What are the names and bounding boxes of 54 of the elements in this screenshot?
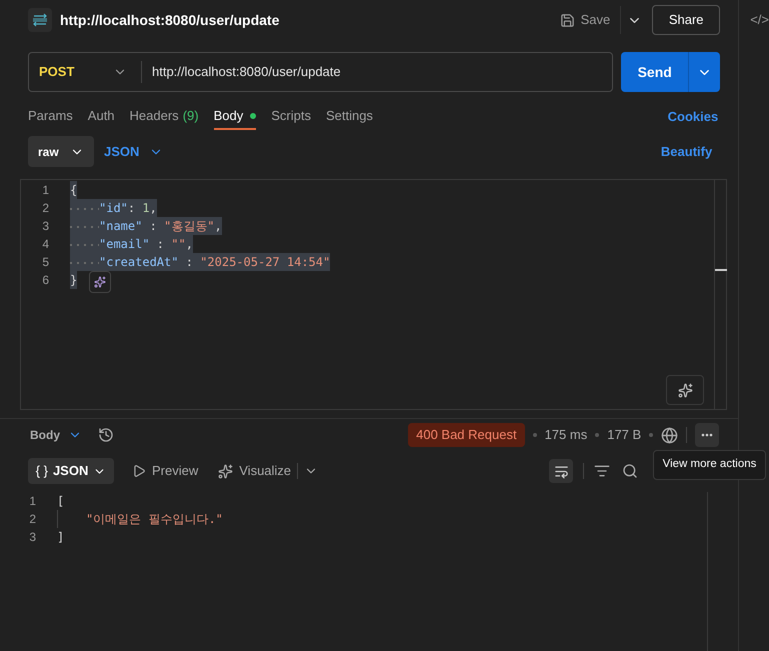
request-tab[interactable]: Auth — [88, 104, 115, 130]
save-button[interactable]: Save — [558, 10, 612, 30]
save-icon — [560, 12, 575, 28]
ai-assist-icon[interactable] — [89, 271, 111, 293]
code-line: "이메일은 필수입니다." — [57, 510, 223, 528]
request-tab[interactable]: Settings — [326, 104, 373, 130]
beautify-link[interactable]: Beautify — [660, 142, 712, 162]
cookies-link[interactable]: Cookies — [668, 107, 718, 127]
line-number: 1 — [41, 182, 49, 199]
history-icon — [98, 427, 114, 443]
share-button[interactable]: Share — [652, 5, 720, 35]
method-select[interactable]: POST — [29, 53, 141, 91]
request-tab[interactable]: Headers (9) — [130, 104, 199, 130]
status-badge: 400 Bad Request — [408, 423, 525, 447]
visualize-tab[interactable]: Visualize — [218, 461, 292, 481]
response-view-dropdown[interactable]: Body — [30, 426, 82, 444]
request-title: http://localhost:8080/user/update — [60, 10, 280, 30]
scrollbar-marker — [715, 269, 728, 271]
url-input[interactable]: http://localhost:8080/user/update — [142, 62, 612, 82]
ai-assist-button[interactable] — [666, 375, 704, 405]
http-icon — [28, 8, 52, 32]
response-size: 177 B — [607, 426, 642, 444]
ellipsis-icon — [701, 433, 714, 437]
response-time: 175 ms — [544, 426, 588, 444]
more-actions-button[interactable] — [695, 423, 720, 447]
line-number: 6 — [41, 272, 49, 289]
line-number: 5 — [41, 254, 49, 271]
format-dropdown[interactable]: JSON — [104, 142, 164, 162]
search-icon — [622, 463, 638, 479]
wrap-lines-button[interactable] — [549, 459, 574, 483]
wrap-text-icon — [554, 464, 569, 478]
line-number: 3 — [41, 218, 49, 235]
response-format-dropdown[interactable]: { } JSON — [28, 458, 114, 484]
body-type-dropdown[interactable]: raw — [28, 136, 94, 167]
line-number: 2 — [28, 511, 36, 528]
request-tab[interactable]: Scripts — [271, 104, 311, 130]
sparkle-icon — [218, 464, 234, 478]
code-line: [ — [57, 493, 64, 510]
code-line: ] — [57, 529, 64, 546]
request-tab[interactable]: Params — [28, 104, 73, 130]
tooltip: View more actions — [653, 450, 766, 480]
play-icon — [132, 464, 146, 478]
request-tab[interactable]: Body — [214, 104, 256, 130]
send-button[interactable]: Send — [621, 52, 688, 92]
preview-tab[interactable]: Preview — [132, 461, 198, 481]
globe-icon — [661, 426, 678, 444]
filter-icon — [594, 463, 610, 479]
code-snippet-label[interactable]: </> — [750, 12, 769, 27]
line-number: 1 — [28, 493, 36, 510]
sparkle-icon — [678, 382, 693, 398]
line-number: 2 — [41, 200, 49, 217]
line-number: 3 — [28, 529, 36, 546]
line-number: 4 — [41, 236, 49, 253]
code-editor[interactable]: 1 { 2 "id": 1, 3 "name" : "홍길동", 4 "email" : "", 5 "createdAt" : "2025-05-27 14:54" 6 } — [20, 179, 728, 410]
